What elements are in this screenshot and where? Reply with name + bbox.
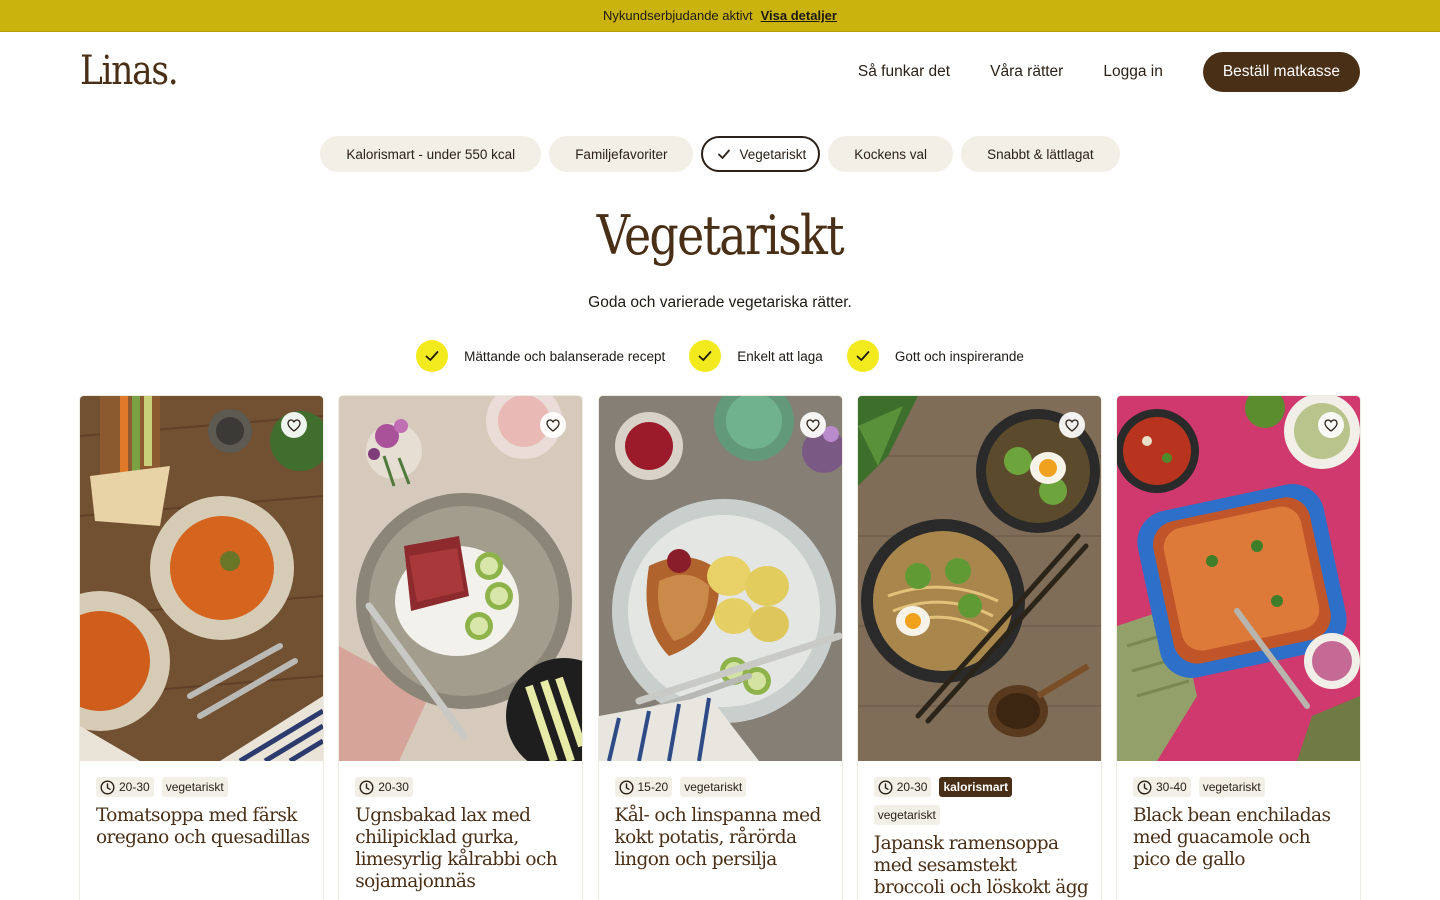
recipe-title[interactable]: Japansk ramensoppa med sesamstekt brocco… <box>874 833 1089 899</box>
filter-chip-calorie-smart[interactable]: Kalorismart - under 550 kcal <box>320 136 542 172</box>
vegetarian-tag: vegetariskt <box>680 777 747 797</box>
recipe-title[interactable]: Black bean enchiladas med guacamole och … <box>1133 805 1348 871</box>
cook-time-badge: 30-40 <box>1133 777 1191 797</box>
benefit-item: Gott och inspirerande <box>846 340 1024 372</box>
recipe-title[interactable]: Kål- och linspanna med kokt potatis, rår… <box>615 805 830 871</box>
recipe-card[interactable]: 20-30 vegetariskt Tomatsoppa med färsk o… <box>80 396 323 900</box>
calorie-smart-badge: kalorismart <box>939 777 1013 797</box>
cook-time-badge: 15-20 <box>614 777 673 797</box>
filter-chip-quick-easy[interactable]: Snabbt & lättlagat <box>961 136 1120 172</box>
recipe-title[interactable]: Ugnsbakad lax med chilipicklad gurka, li… <box>355 805 570 893</box>
recipe-card[interactable]: 20-30 kalorismart vegetariskt Japansk ra… <box>857 396 1101 900</box>
chip-label: Kalorismart - under 550 kcal <box>346 146 516 162</box>
promo-bar: Nykundserbjudande aktivt Visa detaljer <box>0 0 1440 32</box>
linas-logo[interactable]: Linas. <box>80 48 179 94</box>
clock-icon <box>618 779 634 795</box>
benefit-label: Enkelt att laga <box>737 348 823 364</box>
cook-time-badge: 20-30 <box>355 777 413 797</box>
vegetarian-tag: vegetariskt <box>873 805 940 825</box>
recipe-meta: 30-40 vegetariskt <box>1133 777 1348 805</box>
promo-details-link[interactable]: Visa detaljer <box>761 8 837 23</box>
recipe-photo <box>1117 396 1360 761</box>
cook-time-badge: 20-30 <box>96 777 154 797</box>
benefit-item: Enkelt att laga <box>689 340 823 372</box>
promo-text: Nykundserbjudande aktivt <box>603 8 753 23</box>
vegetarian-tag: vegetariskt <box>161 777 228 797</box>
nav-our-dishes[interactable]: Våra rätter <box>990 63 1063 81</box>
check-icon <box>846 340 879 372</box>
page-subtitle: Goda och varierade vegetariska rätter. <box>588 294 852 311</box>
filter-chips: Kalorismart - under 550 kcal Familjefavo… <box>0 136 1440 172</box>
check-icon <box>689 340 722 372</box>
page-title: Vegetariskt <box>596 204 845 267</box>
clock-icon <box>1137 779 1152 795</box>
recipe-card[interactable]: 15-20 vegetariskt Kål- och linspanna med… <box>598 396 842 900</box>
nav-login[interactable]: Logga in <box>1103 63 1162 81</box>
main-nav: Så funkar det Våra rätter Logga in Bestä… <box>858 52 1360 92</box>
nav-how-it-works[interactable]: Så funkar det <box>858 63 950 81</box>
filter-chip-family-favorites[interactable]: Familjefavoriter <box>549 136 694 172</box>
recipe-photo <box>339 396 583 761</box>
vegetarian-tag: vegetariskt <box>1198 777 1265 797</box>
benefit-label: Gott och inspirerande <box>894 348 1024 364</box>
recipe-card[interactable]: 30-40 vegetariskt Black bean enchiladas … <box>1117 396 1360 900</box>
chip-label: Kockens val <box>854 146 928 162</box>
filter-chip-vegetarian[interactable]: Vegetariskt <box>701 136 821 172</box>
clock-icon <box>878 779 893 795</box>
clock-icon <box>359 779 374 795</box>
heart-icon[interactable] <box>1058 412 1085 438</box>
recipe-title[interactable]: Tomatsoppa med färsk oregano och quesadi… <box>96 805 311 849</box>
clock-icon <box>100 779 115 795</box>
benefit-item: Mättande och balanserade recept <box>416 340 665 372</box>
chip-label: Vegetariskt <box>739 146 807 162</box>
heart-icon[interactable] <box>799 412 826 438</box>
recipe-meta: 20-30 <box>355 777 570 805</box>
cook-time-badge: 20-30 <box>873 777 932 797</box>
recipe-photo <box>80 396 323 761</box>
benefit-label: Mättande och balanserade recept <box>464 348 666 364</box>
recipe-photo <box>598 396 842 761</box>
filter-chip-chefs-choice[interactable]: Kockens val <box>828 136 954 172</box>
recipe-grid: 20-30 vegetariskt Tomatsoppa med färsk o… <box>80 396 1360 900</box>
order-box-button[interactable]: Beställ matkasse <box>1202 52 1360 92</box>
check-icon <box>718 149 731 159</box>
chip-label: Familjefavoriter <box>575 146 668 162</box>
recipe-meta: 15-20 vegetariskt <box>614 777 830 805</box>
heart-icon[interactable] <box>281 412 307 438</box>
chip-label: Snabbt & lättlagat <box>987 146 1094 162</box>
check-icon <box>416 340 449 372</box>
heart-icon[interactable] <box>1318 412 1344 438</box>
recipe-photo <box>857 396 1101 761</box>
recipe-meta: 20-30 vegetariskt <box>96 777 311 805</box>
recipe-card[interactable]: 20-30 Ugnsbakad lax med chilipicklad gur… <box>339 396 583 900</box>
benefits-list: Mättande och balanserade recept Enkelt a… <box>0 340 1440 372</box>
recipe-meta: 20-30 kalorismart vegetariskt <box>873 777 1089 833</box>
